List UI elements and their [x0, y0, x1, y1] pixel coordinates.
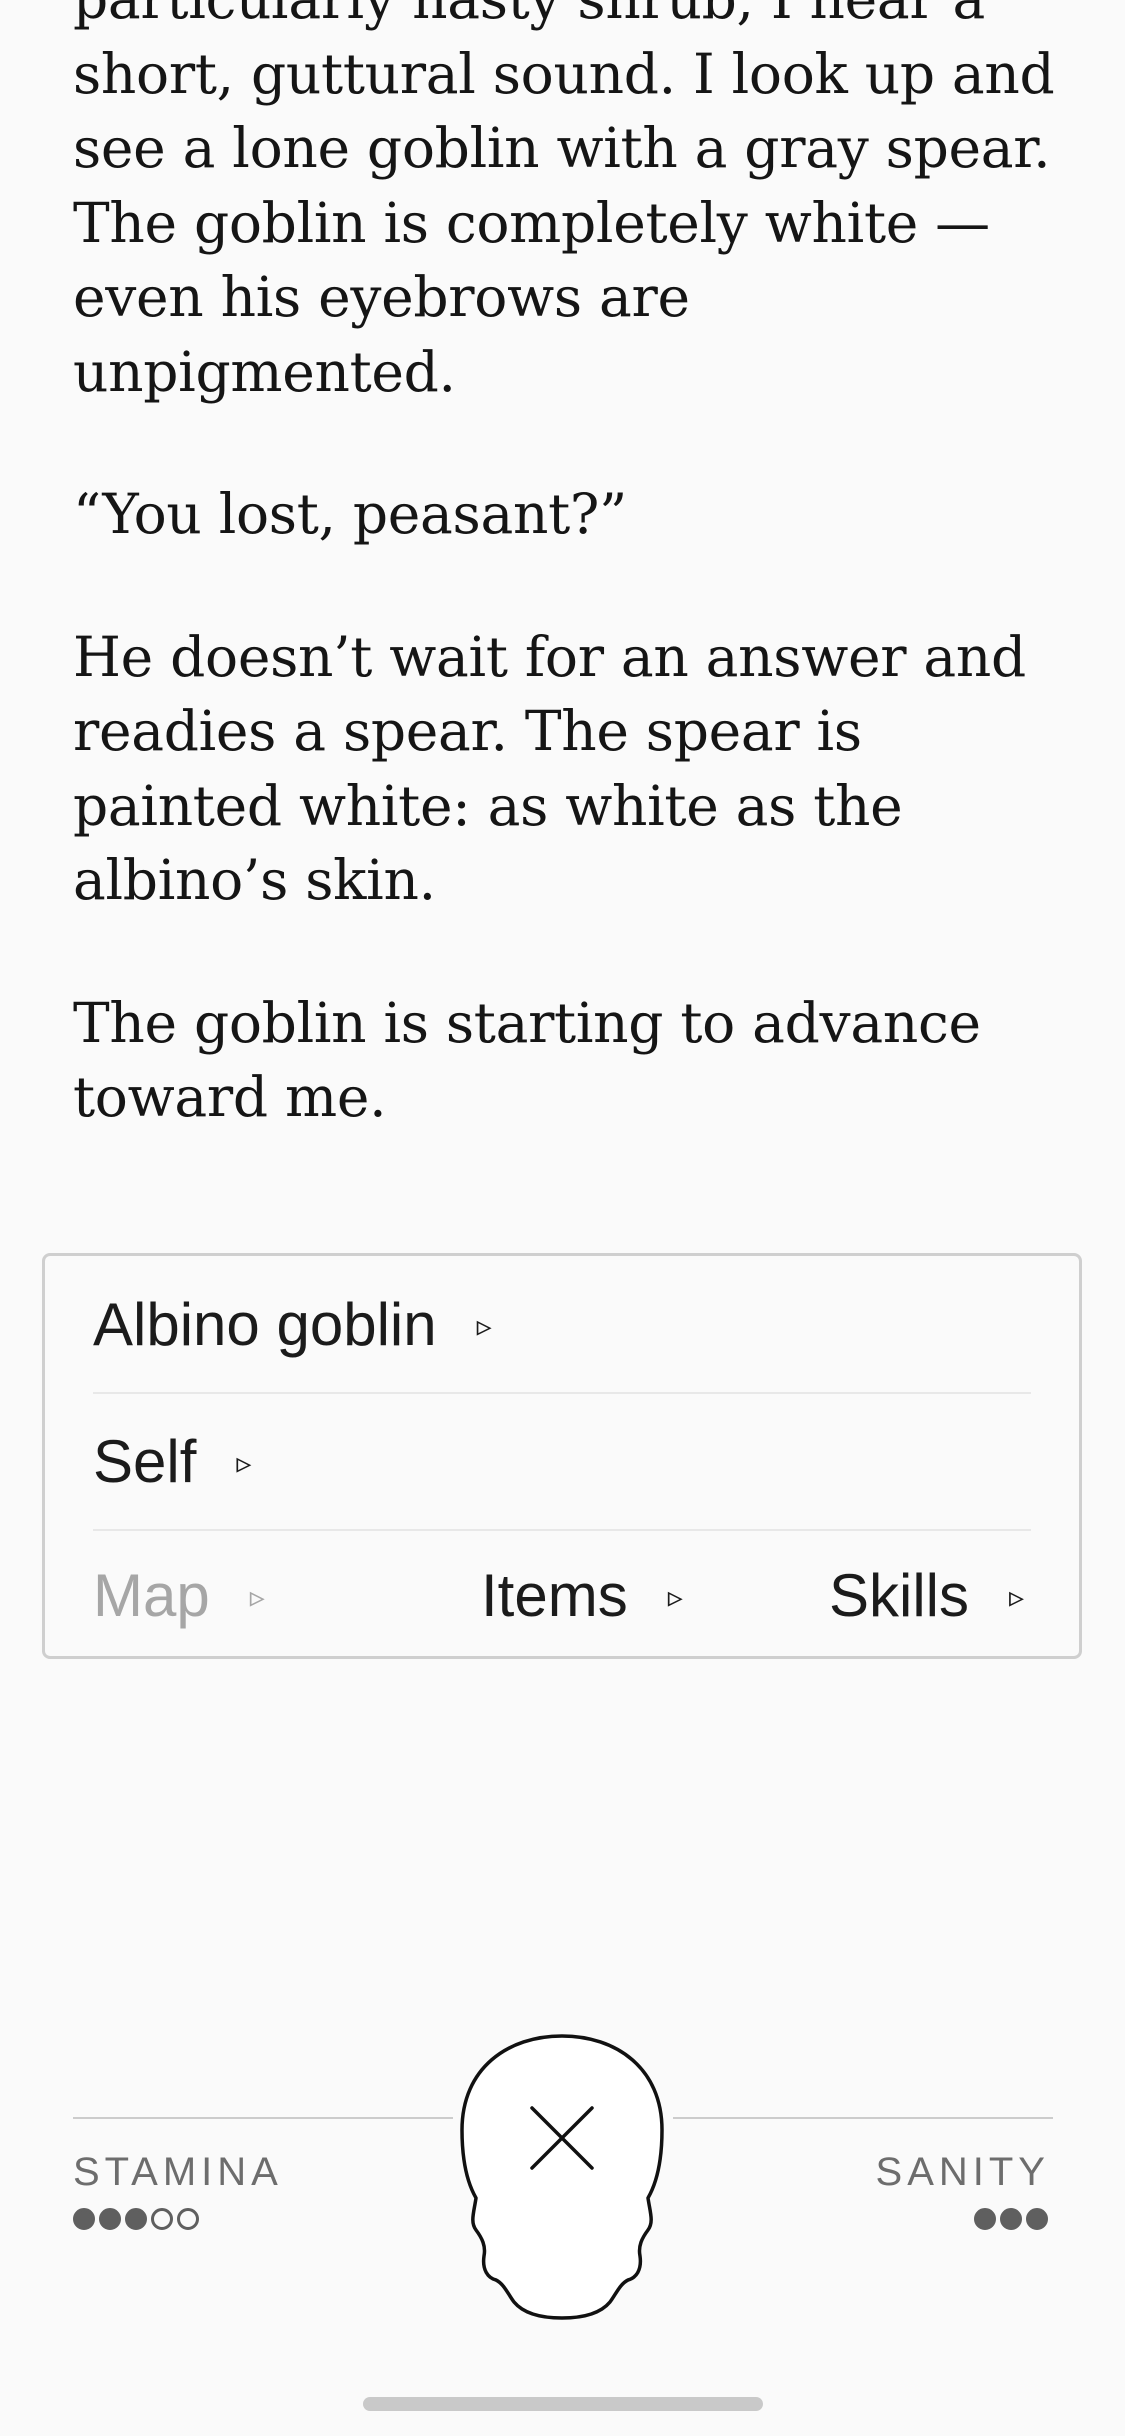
action-panel: Albino goblin ▹ Self ▹ Map ▹ Items ▹ Ski… [42, 1253, 1082, 1659]
target-goblin-label: Albino goblin [93, 1290, 437, 1358]
stamina-label: STAMINA [73, 2150, 283, 2194]
target-goblin-button[interactable]: Albino goblin ▹ [93, 1256, 1031, 1394]
items-label: Items [481, 1561, 628, 1629]
story-line: The goblin is completely white — [73, 190, 990, 255]
story-line: painted white: as white as the [73, 773, 903, 838]
story-line: see a lone goblin with a gray spear. [73, 116, 1051, 180]
story-line: albino’s skin. [73, 848, 436, 912]
map-button[interactable]: Map ▹ [93, 1561, 265, 1630]
play-arrow-icon: ▹ [476, 1309, 492, 1343]
story-paragraph: He doesn’t wait for an answer and readie… [73, 620, 1073, 918]
map-label: Map [93, 1561, 210, 1629]
skills-label: Skills [829, 1561, 970, 1629]
story-line: He doesn’t wait for an answer and [73, 624, 1026, 689]
hud-divider-right [673, 2117, 1053, 2119]
stamina-pip-empty [177, 2208, 199, 2230]
story-line: particularly nasty shrub, I hear a [73, 0, 1073, 37]
stamina-pip-filled [99, 2208, 121, 2230]
skull-close-icon[interactable] [456, 2032, 668, 2322]
story-paragraph: The goblin is starting to advance toward… [73, 986, 1073, 1135]
story-line: unpigmented. [73, 339, 456, 404]
play-arrow-icon: ▹ [667, 1580, 683, 1614]
target-self-button[interactable]: Self ▹ [93, 1393, 1031, 1531]
sanity-label: SANITY [875, 2150, 1050, 2194]
skills-button[interactable]: Skills ▹ [829, 1561, 1024, 1630]
sanity-pip-filled [1000, 2208, 1022, 2230]
story-line: toward me. [73, 1065, 387, 1129]
play-arrow-icon: ▹ [1009, 1580, 1025, 1614]
home-indicator[interactable] [363, 2397, 763, 2411]
play-arrow-icon: ▹ [236, 1446, 252, 1480]
stamina-pips [73, 2208, 199, 2230]
story-line: short, guttural sound. I look up and [73, 41, 1055, 106]
story-paragraph: “You lost, peasant?” [73, 477, 1073, 552]
story-line: “You lost, peasant?” [73, 482, 627, 546]
bottom-menu-row: Map ▹ Items ▹ Skills ▹ [93, 1531, 1031, 1659]
hud-divider-left [73, 2117, 453, 2119]
sanity-pips [974, 2208, 1048, 2230]
stamina-pip-empty [151, 2208, 173, 2230]
stamina-pip-filled [73, 2208, 95, 2230]
items-button[interactable]: Items ▹ [481, 1561, 683, 1630]
story-line: even his eyebrows are [73, 265, 690, 329]
target-self-label: Self [93, 1427, 197, 1495]
sanity-pip-filled [1026, 2208, 1048, 2230]
sanity-pip-filled [974, 2208, 996, 2230]
play-arrow-icon: ▹ [249, 1580, 265, 1614]
stamina-pip-filled [125, 2208, 147, 2230]
story-line: readies a spear. The spear is [73, 699, 862, 763]
story-paragraph: particularly nasty shrub, I hear a short… [73, 0, 1073, 409]
story-line: The goblin is starting to advance [73, 990, 981, 1055]
story-text: particularly nasty shrub, I hear a short… [73, 0, 1073, 1203]
